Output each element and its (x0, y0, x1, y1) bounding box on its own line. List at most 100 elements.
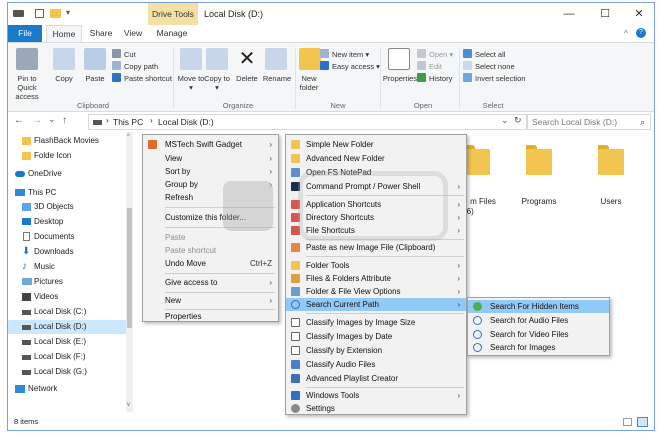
menu-item-files-folders-attribute[interactable]: Files & Folders Attribute › (286, 272, 466, 285)
nav-scrollbar-thumb[interactable] (127, 208, 132, 328)
rename-icon[interactable] (265, 48, 287, 70)
large-icons-view-icon[interactable] (637, 417, 648, 427)
nav-item-folde-icon[interactable]: Folde Icon (8, 149, 71, 163)
history-button[interactable]: History (417, 73, 452, 84)
close-button[interactable]: ✕ (622, 3, 654, 25)
tab-manage[interactable]: Manage (150, 25, 194, 42)
breadcrumb-local-disk-d[interactable]: Local Disk (D:) (158, 117, 214, 127)
menu-item-search-hidden[interactable]: Search For Hidden Items (468, 300, 609, 313)
nav-item-pictures[interactable]: Pictures (8, 275, 63, 289)
folder-label-users[interactable]: Users (576, 197, 646, 206)
tab-share[interactable]: Share (84, 25, 118, 42)
nav-item-network[interactable]: Network (8, 382, 57, 396)
folder-icon[interactable] (598, 143, 624, 175)
menu-item-search-audio[interactable]: Search for Audio Files (468, 314, 609, 327)
menu-item-paste-as-image[interactable]: Paste as new Image File (Clipboard) (286, 241, 466, 254)
menu-item-paste-shortcut[interactable]: Paste shortcut (143, 244, 278, 257)
scroll-up-icon[interactable]: ^ (127, 134, 130, 140)
menu-item-folder-tools[interactable]: Folder Tools › (286, 259, 466, 272)
menu-item-playlist-creator[interactable]: Advanced Playlist Creator (286, 372, 466, 385)
tab-file[interactable]: File (8, 25, 42, 42)
nav-item-documents[interactable]: Documents (8, 230, 74, 244)
search-input[interactable]: Search Local Disk (D:) ⌕ (526, 114, 651, 130)
recent-locations-button[interactable]: ⌄ (48, 114, 56, 125)
back-button[interactable]: ← (14, 115, 24, 126)
ribbon-collapse-icon[interactable]: ^ (624, 29, 628, 38)
nav-item-desktop[interactable]: Desktop (8, 215, 63, 229)
pin-icon[interactable] (16, 48, 38, 70)
menu-item-classify-by-size[interactable]: Classify Images by Image Size (286, 316, 466, 329)
menu-item-view[interactable]: View › (143, 152, 278, 165)
folder-label-programs[interactable]: Programs (504, 197, 574, 206)
invert-selection-button[interactable]: Invert selection (463, 73, 525, 84)
menu-item-properties[interactable]: Properties (143, 310, 278, 323)
paste-button[interactable]: Paste (80, 74, 110, 83)
open-button[interactable]: Open ▾ (417, 49, 453, 60)
menu-item-view-options[interactable]: Folder & File View Options › (286, 285, 466, 298)
copy-to-button[interactable]: Copy to ▾ (202, 74, 232, 92)
select-all-button[interactable]: Select all (463, 49, 505, 60)
checkbox-icon[interactable] (35, 9, 44, 18)
copy-button[interactable]: Copy (48, 74, 80, 83)
folder-icon[interactable] (50, 9, 61, 18)
tab-view[interactable]: View (118, 25, 148, 42)
folder-icon[interactable] (526, 143, 552, 175)
nav-item-this-pc[interactable]: This PC (8, 186, 56, 200)
move-to-icon[interactable] (180, 48, 202, 70)
delete-icon[interactable]: ✕ (236, 48, 258, 70)
nav-item-local-disk-c[interactable]: Local Disk (C:) (8, 305, 86, 319)
menu-item-advanced-new-folder[interactable]: Advanced New Folder (286, 152, 466, 165)
menu-item-mstech-swift-gadget[interactable]: MSTech Swift Gadget › (143, 138, 278, 151)
nav-item-downloads[interactable]: ⬇ Downloads (8, 245, 74, 259)
copy-path-button[interactable]: Copy path (112, 61, 158, 72)
menu-item-classify-audio[interactable]: Classify Audio Files (286, 358, 466, 371)
delete-button[interactable]: Delete (230, 74, 264, 83)
nav-item-local-disk-d[interactable]: Local Disk (D:) (8, 320, 126, 334)
nav-item-local-disk-g[interactable]: Local Disk (G:) (8, 365, 87, 379)
nav-item-videos[interactable]: Videos (8, 290, 58, 304)
easy-access-button[interactable]: Easy access ▾ (320, 61, 380, 72)
edit-button[interactable]: Edit (417, 61, 442, 72)
new-item-button[interactable]: New item ▾ (320, 49, 369, 60)
chevron-down-icon[interactable]: ▾ (66, 8, 70, 17)
menu-item-search-images[interactable]: Search for Images (468, 341, 609, 354)
menu-item-paste[interactable]: Paste (143, 231, 278, 244)
nav-item-local-disk-f[interactable]: Local Disk (F:) (8, 350, 86, 364)
menu-item-new[interactable]: New › (143, 294, 278, 307)
pin-to-quick-access-button[interactable]: Pin to Quick access (8, 74, 46, 101)
forward-button[interactable]: → (32, 115, 42, 126)
cut-button[interactable]: Cut (112, 49, 136, 60)
properties-button[interactable]: Properties (380, 74, 420, 83)
maximize-button[interactable]: ☐ (588, 3, 622, 25)
breadcrumb-this-pc[interactable]: This PC (113, 117, 143, 127)
refresh-button[interactable]: ↻ (514, 115, 522, 126)
menu-item-simple-new-folder[interactable]: Simple New Folder (286, 138, 466, 151)
details-view-icon[interactable] (623, 418, 632, 426)
tab-home[interactable]: Home (46, 25, 82, 42)
menu-item-undo-move[interactable]: Undo Move Ctrl+Z (143, 257, 278, 270)
scroll-down-icon[interactable]: v (127, 402, 130, 408)
help-icon[interactable]: ? (636, 28, 646, 38)
nav-item-music[interactable]: ♪ Music (8, 260, 55, 274)
paste-icon[interactable] (84, 48, 106, 70)
nav-item-flashback-movies[interactable]: FlashBack Movies (8, 134, 99, 148)
up-button[interactable]: ↑ (62, 115, 67, 126)
folder-icon[interactable] (464, 143, 490, 175)
rename-button[interactable]: Rename (260, 74, 294, 83)
address-box[interactable]: › This PC › Local Disk (D:) ⌄ ↻ (88, 114, 528, 130)
menu-item-sort-by[interactable]: Sort by › (143, 165, 278, 178)
nav-item-onedrive[interactable]: OneDrive (8, 167, 62, 181)
disk-icon[interactable] (13, 10, 24, 17)
menu-item-search-video[interactable]: Search for Video Files (468, 328, 609, 341)
menu-item-windows-tools[interactable]: Windows Tools › (286, 389, 466, 402)
minimize-button[interactable]: — (552, 3, 586, 25)
paste-shortcut-button[interactable]: Paste shortcut (112, 73, 172, 84)
menu-item-search-current-path[interactable]: Search Current Path › (286, 298, 466, 311)
menu-item-settings[interactable]: Settings (286, 402, 466, 415)
address-dropdown-button[interactable]: ⌄ (501, 115, 509, 126)
copy-to-icon[interactable] (206, 48, 228, 70)
new-folder-icon[interactable] (299, 48, 321, 70)
menu-item-give-access-to[interactable]: Give access to › (143, 276, 278, 289)
nav-item-local-disk-e[interactable]: Local Disk (E:) (8, 335, 86, 349)
new-folder-button[interactable]: New folder (294, 74, 324, 92)
